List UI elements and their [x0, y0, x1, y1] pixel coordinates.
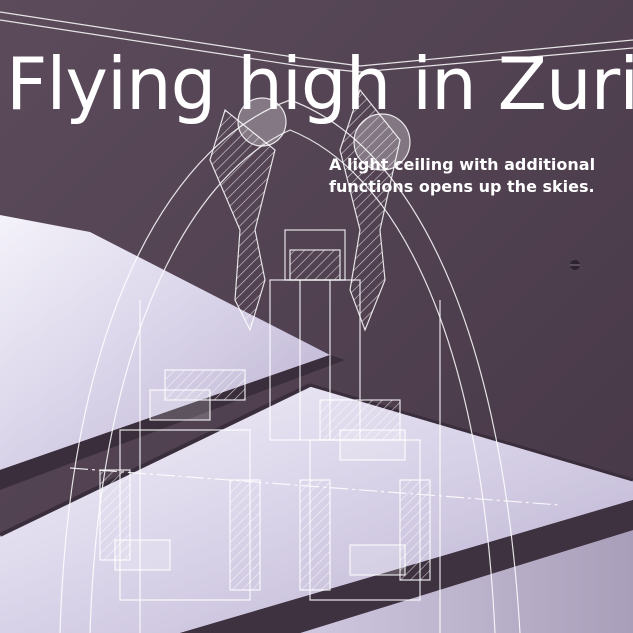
screw-detail — [570, 260, 580, 270]
subheadline-line-1: A light ceiling with additional — [329, 155, 596, 174]
subheadline-line-2: functions opens up the skies. — [329, 177, 595, 196]
magazine-page: Flying high in Zurich A light ceiling wi… — [0, 0, 633, 633]
subheadline: A light ceiling with additional function… — [329, 154, 629, 198]
page-headline: Flying high in Zurich — [6, 42, 633, 126]
